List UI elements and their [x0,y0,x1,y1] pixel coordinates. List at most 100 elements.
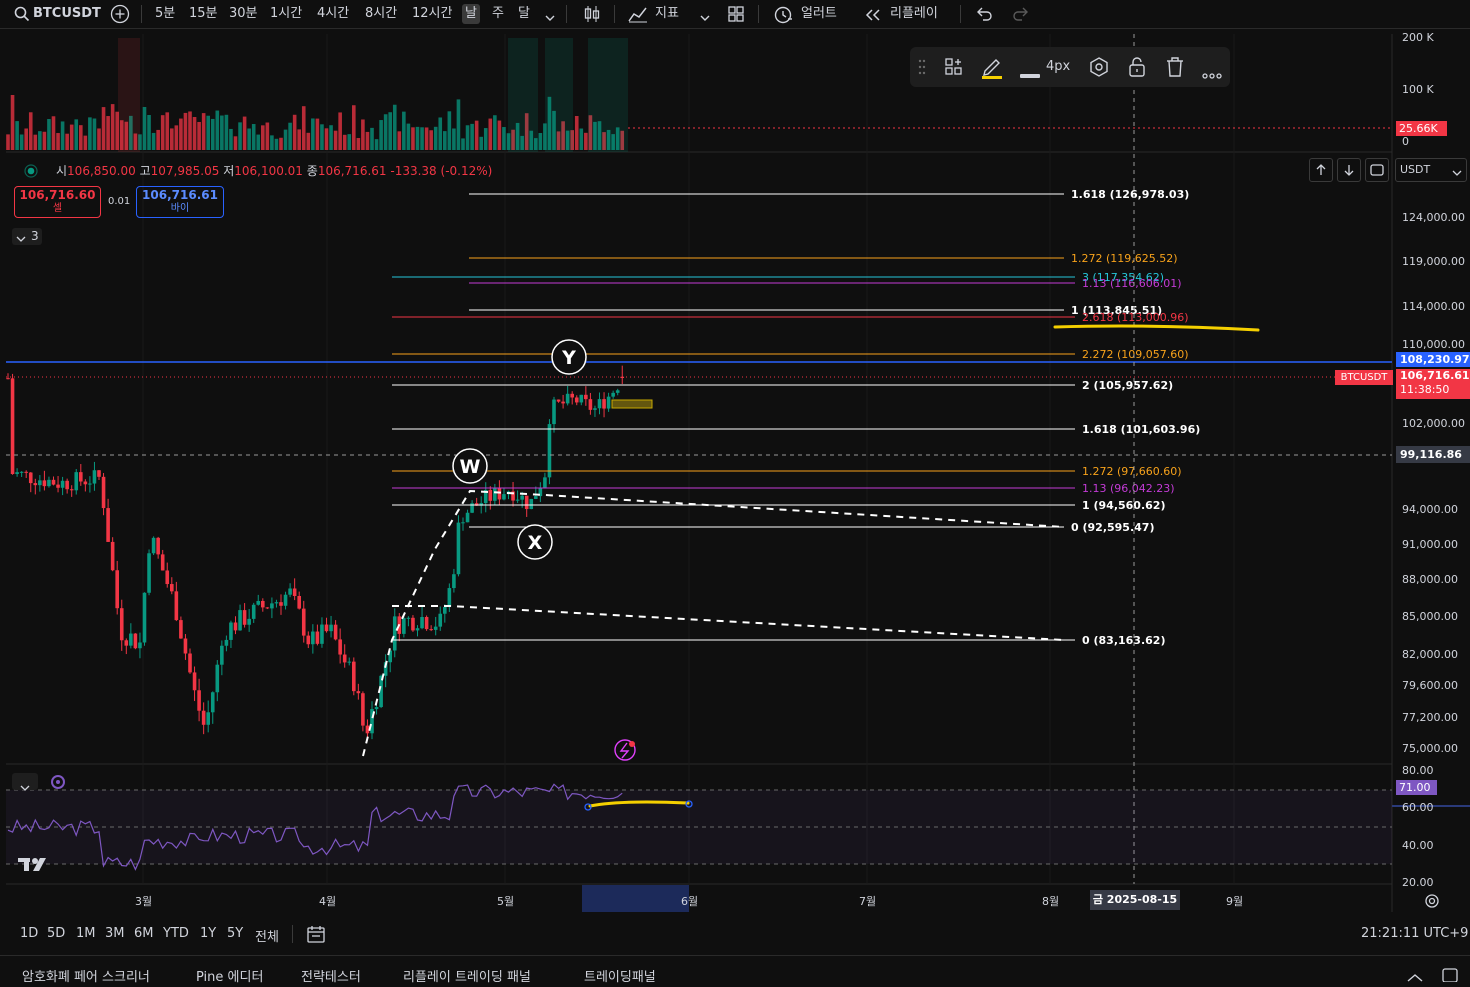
volume-bar [38,131,42,150]
volume-bar [69,124,74,150]
lock-icon[interactable] [1127,56,1147,82]
calendar-icon[interactable] [306,924,326,948]
candle-body [179,620,183,639]
interval-week[interactable]: 주 [492,4,504,24]
buy-button[interactable]: 106,716.61 바이 [136,186,224,218]
redo-icon[interactable] [1012,6,1030,26]
volume-bar [110,104,115,150]
candle-type-icon[interactable] [582,4,602,28]
rsi-collapse-button[interactable] [12,773,38,791]
pane-up-button[interactable] [1309,158,1333,182]
range-bar: 1D 5D 1M 3M 6M YTD 1Y 5Y 전체 21:21:11 UTC… [0,918,1470,950]
replay-button[interactable]: 리플레이 [890,4,938,24]
volume-highlight [508,38,538,152]
chevron-down-icon[interactable] [544,8,556,27]
candle-body [197,690,201,711]
candle-body [279,602,283,606]
currency-label: USDT [1400,163,1431,176]
pane-maximize-button[interactable] [1365,158,1389,182]
fib-level-label: 2.272 (109,057.60) [1082,348,1189,361]
rsi-sync-icon[interactable] [50,774,66,794]
volume-bar [388,112,392,150]
tab-crypto-screener[interactable]: 암호화폐 페어 스크리너 [22,966,150,985]
line-width-icon[interactable] [1020,64,1040,83]
interval-1h[interactable]: 1시간 [270,4,302,24]
volume-bar [579,128,584,150]
candle-body [615,390,620,393]
volume-bar [279,137,283,150]
volume-bar [188,111,192,150]
line-width-label[interactable]: 4px [1046,59,1070,74]
ohlc-low-label: 저 [223,164,235,178]
candle-body [183,638,188,654]
add-symbol-icon[interactable] [110,4,130,28]
chevron-down-icon[interactable] [699,8,711,27]
current-price: 106,716.61 [1400,369,1470,382]
range-1d[interactable]: 1D [20,926,38,941]
range-1m[interactable]: 1M [76,926,96,941]
trash-icon[interactable] [1165,56,1185,82]
range-ytd[interactable]: YTD [163,926,189,941]
price-axis-label: 82,000.00 [1402,648,1458,661]
search-icon[interactable] [14,6,30,26]
layout-grid-icon[interactable] [727,5,745,27]
price-axis-label: 91,000.00 [1402,538,1458,551]
candle-body [411,617,415,631]
rsi-axis-80: 80.00 [1402,764,1434,777]
tab-trading-panel[interactable]: 트레이딩패널 [584,966,656,985]
volume-bar [433,126,438,150]
volume-bar [292,114,297,150]
template-icon[interactable] [944,57,964,81]
collapse-indicators-button[interactable]: 3 [12,228,42,245]
candle-body [329,624,333,632]
interval-12h[interactable]: 12시간 [412,4,452,24]
volume-highlight [545,38,573,152]
symbol-status-icon [24,163,38,182]
range-all[interactable]: 전체 [255,926,279,945]
maximize-panel-icon[interactable] [1441,966,1459,986]
interval-4h[interactable]: 4시간 [317,4,349,24]
tab-replay-panel[interactable]: 리플레이 트레이딩 패널 [403,966,531,985]
time-axis-label: 6월 [681,895,699,908]
replay-icon[interactable] [864,7,882,26]
drag-handle-icon[interactable] [918,59,926,79]
indicators-button[interactable]: 지표 [655,4,679,24]
volume-bar [483,128,488,150]
alert-button[interactable]: 얼러트 [801,4,837,24]
wave-label-x: X [528,532,543,554]
interval-30m[interactable]: 30분 [229,4,258,24]
symbol-name[interactable]: BTCUSDT [33,4,101,24]
interval-15m[interactable]: 15분 [189,4,218,24]
alert-clock-icon[interactable] [773,4,793,28]
undo-icon[interactable] [975,6,993,26]
interval-5m[interactable]: 5분 [155,4,175,24]
interval-day[interactable]: 날 [462,4,480,24]
sell-button[interactable]: 106,716.60 셀 [14,186,101,218]
interval-month[interactable]: 달 [518,4,530,24]
tab-pine-editor[interactable]: Pine 에디터 [196,966,263,985]
indicators-icon[interactable] [628,5,648,27]
range-3m[interactable]: 3M [105,926,125,941]
clock[interactable]: 21:21:11 UTC+9 [1361,926,1468,941]
interval-8h[interactable]: 8시간 [365,4,397,24]
range-6m[interactable]: 6M [134,926,154,941]
pane-down-button[interactable] [1337,158,1361,182]
chevron-up-icon[interactable] [1406,968,1424,987]
more-icon[interactable] [1202,64,1222,83]
volume-bar [352,105,356,150]
pencil-color-icon[interactable] [981,54,1003,84]
range-5d[interactable]: 5D [47,926,65,941]
time-axis-label: 7월 [859,895,877,908]
range-1y[interactable]: 1Y [200,926,216,941]
volume-bar [88,117,92,150]
volume-bar [60,121,65,150]
settings-hex-icon[interactable] [1088,56,1110,82]
candle-body [115,570,119,609]
range-5y[interactable]: 5Y [227,926,243,941]
volume-bar [424,127,429,150]
candle-body [374,707,379,710]
axis-settings-icon[interactable] [1424,893,1440,913]
tab-strategy-tester[interactable]: 전략테스터 [301,966,361,985]
volume-bar [488,118,493,150]
currency-select[interactable]: USDT [1395,158,1467,182]
